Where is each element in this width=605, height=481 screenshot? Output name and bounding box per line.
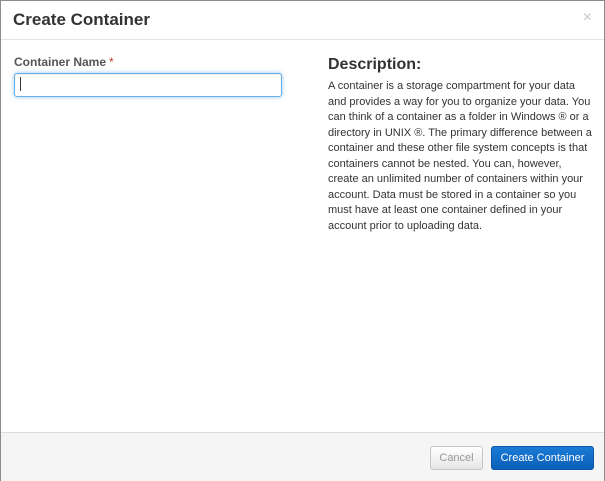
container-name-label-text: Container Name [14, 55, 107, 69]
description-text: A container is a storage compartment for… [328, 80, 592, 232]
dialog-body: Container Name * Description: A container… [1, 40, 604, 432]
dialog-footer: Cancel Create Container [1, 432, 604, 481]
text-cursor [20, 77, 21, 91]
create-container-dialog: Create Container × Container Name * Descr… [0, 0, 605, 481]
container-name-label: Container Name * [14, 55, 114, 69]
cancel-button[interactable]: Cancel [430, 446, 483, 470]
container-name-input[interactable] [14, 73, 282, 97]
required-marker: * [109, 55, 114, 69]
description-title: Description: [328, 56, 422, 73]
create-container-button[interactable]: Create Container [491, 446, 594, 470]
dialog-header: Create Container × [1, 1, 604, 40]
dialog-title: Create Container [13, 10, 150, 29]
close-icon[interactable]: × [583, 10, 592, 26]
